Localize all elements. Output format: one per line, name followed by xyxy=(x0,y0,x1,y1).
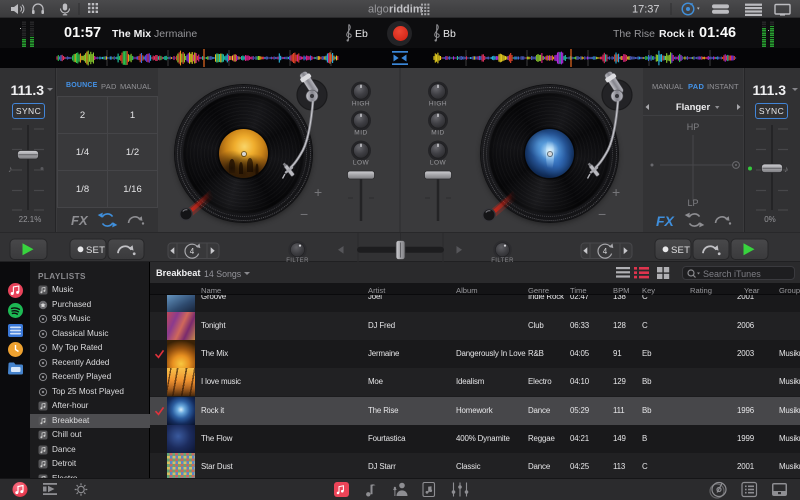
svg-text:+: + xyxy=(314,184,322,200)
svg-text:♪: ♪ xyxy=(784,164,789,174)
svg-text:+: + xyxy=(612,184,620,200)
svg-text:MID: MID xyxy=(354,130,367,137)
svg-text:HIGH: HIGH xyxy=(352,101,370,108)
svg-text:riddim: riddim xyxy=(389,4,423,16)
svg-text:4: 4 xyxy=(603,247,608,256)
svg-text:LOW: LOW xyxy=(353,160,370,167)
svg-text:−: − xyxy=(598,206,606,222)
svg-text:LOW: LOW xyxy=(430,160,447,167)
svg-text:♪: ♪ xyxy=(8,164,13,174)
svg-text:SET: SET xyxy=(86,245,105,256)
svg-text:SET: SET xyxy=(671,245,690,256)
svg-text:−: − xyxy=(300,206,308,222)
svg-text:4: 4 xyxy=(190,247,195,256)
svg-text:HIGH: HIGH xyxy=(429,101,447,108)
svg-text:17:37: 17:37 xyxy=(632,4,660,16)
svg-text:algo: algo xyxy=(368,4,389,16)
svg-text:MID: MID xyxy=(431,130,444,137)
